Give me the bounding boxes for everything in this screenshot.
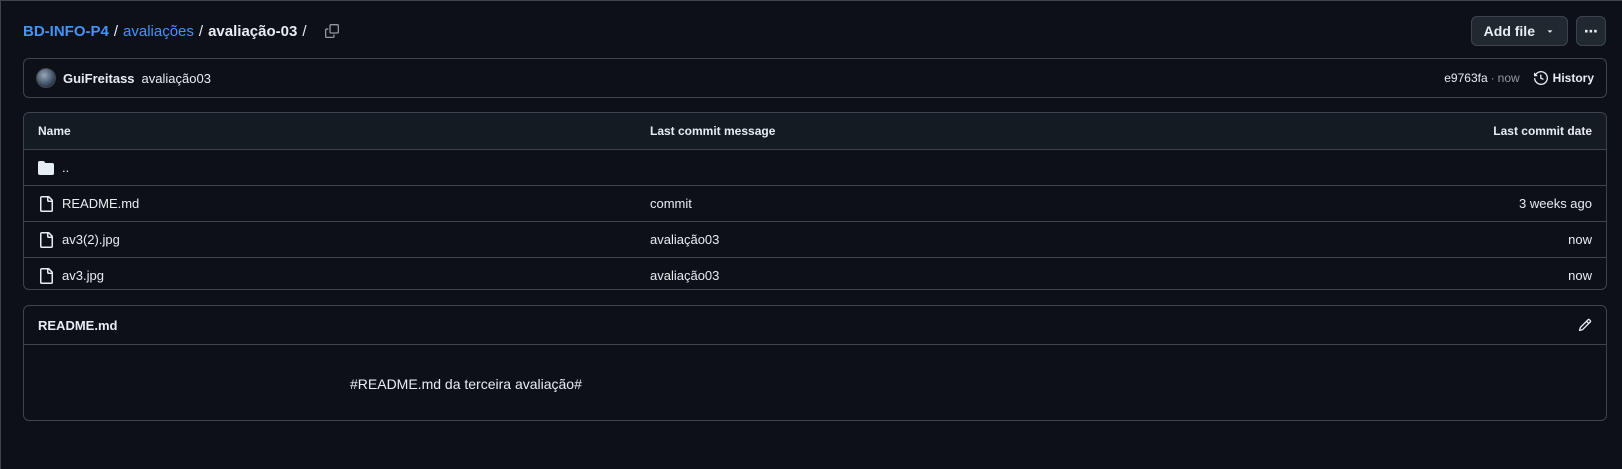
- table-row: av3(2).jpg avaliação03 now: [24, 222, 1606, 258]
- file-link[interactable]: README.md: [38, 195, 140, 212]
- readme-header: README.md: [24, 306, 1606, 345]
- file-commit-date: 3 weeks ago: [1519, 196, 1592, 211]
- breadcrumb-repo-link[interactable]: BD-INFO-P4: [23, 23, 109, 40]
- latest-commit-bar: GuiFreitass avaliação03 e9763fa · now Hi…: [23, 58, 1607, 98]
- triangle-down-icon: [1547, 30, 1553, 33]
- table-header: Name Last commit message Last commit dat…: [24, 113, 1606, 150]
- breadcrumb-separator: /: [198, 22, 204, 40]
- header-name: Name: [38, 124, 71, 138]
- parent-directory-row[interactable]: ..: [24, 150, 1606, 186]
- parent-directory-label: ..: [62, 160, 70, 175]
- file-name: av3.jpg: [62, 268, 104, 283]
- file-name: av3(2).jpg: [62, 232, 120, 247]
- file-commit-message[interactable]: avaliação03: [650, 268, 719, 283]
- folder-icon: [38, 160, 54, 175]
- file-name: README.md: [62, 196, 140, 211]
- commit-time: now: [1497, 71, 1520, 85]
- history-icon: [1533, 71, 1548, 85]
- file-link[interactable]: av3.jpg: [38, 267, 104, 284]
- add-file-label: Add file: [1483, 23, 1535, 39]
- readme-panel: README.md #README.md da terceira avaliaç…: [23, 305, 1607, 421]
- page-header: BD-INFO-P4 / avaliações / avaliação-03 /…: [23, 15, 1606, 47]
- readme-title: README.md: [38, 317, 118, 333]
- parent-directory-link[interactable]: ..: [38, 160, 69, 176]
- commit-message[interactable]: avaliação03: [142, 71, 211, 86]
- commit-dot: ·: [1490, 71, 1495, 85]
- avatar[interactable]: [36, 68, 56, 88]
- add-file-button[interactable]: Add file: [1470, 16, 1568, 46]
- more-options-button[interactable]: ⋯: [1576, 16, 1606, 46]
- history-button[interactable]: History: [1533, 71, 1594, 85]
- history-label: History: [1552, 71, 1594, 85]
- file-icon: [40, 267, 53, 284]
- table-row: av3.jpg avaliação03 now: [24, 258, 1606, 289]
- header-last-commit-date: Last commit date: [1493, 124, 1592, 138]
- breadcrumb: BD-INFO-P4 / avaliações / avaliação-03 /: [23, 23, 311, 40]
- file-table: Name Last commit message Last commit dat…: [23, 112, 1607, 290]
- readme-content: #README.md da terceira avaliação#: [350, 376, 582, 392]
- commit-sha[interactable]: e9763fa: [1444, 71, 1487, 85]
- header-actions: Add file ⋯: [1470, 16, 1606, 46]
- pencil-icon: [1578, 318, 1592, 332]
- file-link[interactable]: av3(2).jpg: [38, 231, 120, 248]
- breadcrumb-separator: /: [302, 22, 307, 40]
- file-commit-message[interactable]: avaliação03: [650, 232, 719, 247]
- page-frame: BD-INFO-P4 / avaliações / avaliação-03 /…: [0, 0, 1622, 469]
- copy-icon: [325, 24, 340, 38]
- file-icon: [40, 195, 53, 212]
- file-commit-date: now: [1568, 232, 1592, 247]
- breadcrumb-current: avaliação-03: [208, 22, 298, 40]
- commit-author[interactable]: GuiFreitass: [63, 71, 135, 86]
- file-commit-message[interactable]: commit: [650, 196, 692, 211]
- kebab-horizontal-icon: ⋯: [1584, 22, 1598, 39]
- table-row: README.md commit 3 weeks ago: [24, 186, 1606, 222]
- copy-path-button[interactable]: [321, 20, 343, 42]
- file-icon: [40, 231, 53, 248]
- breadcrumb-separator: /: [113, 22, 119, 40]
- file-commit-date: now: [1568, 268, 1592, 283]
- edit-readme-button[interactable]: [1578, 318, 1592, 332]
- breadcrumb-folder-link[interactable]: avaliações: [123, 23, 194, 40]
- commit-meta: e9763fa · now History: [1444, 71, 1594, 85]
- header-last-commit-message: Last commit message: [650, 124, 776, 138]
